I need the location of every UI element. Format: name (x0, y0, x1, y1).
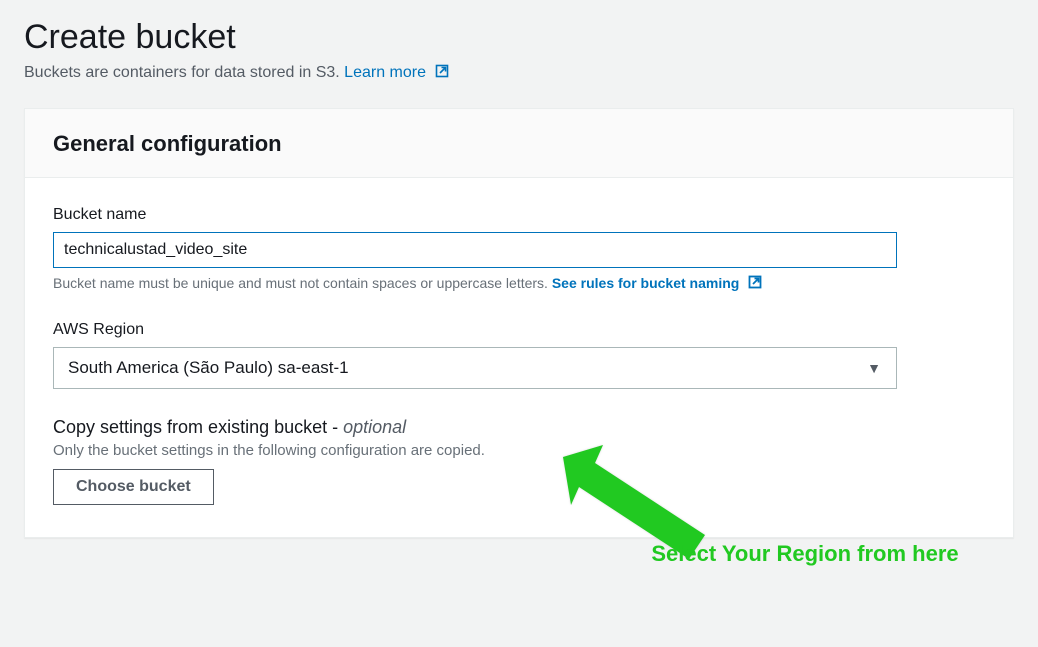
config-panel: General configuration Bucket name Bucket… (24, 108, 1014, 538)
page-title: Create bucket (24, 18, 1014, 57)
bucket-name-group: Bucket name Bucket name must be unique a… (53, 206, 985, 293)
region-selected-text: South America (São Paulo) sa-east-1 (68, 358, 349, 377)
bucket-name-hint: Bucket name must be unique and must not … (53, 274, 985, 293)
panel-header: General configuration (25, 109, 1013, 178)
learn-more-text: Learn more (344, 64, 426, 81)
panel-title: General configuration (53, 131, 985, 157)
copy-settings-heading: Copy settings from existing bucket - opt… (53, 417, 985, 438)
bucket-name-input[interactable] (53, 232, 897, 268)
annotation-text: Select Your Region from here (645, 540, 965, 569)
region-group: AWS Region South America (São Paulo) sa-… (53, 321, 897, 389)
bucket-naming-rules-link[interactable]: See rules for bucket naming (552, 275, 763, 291)
external-link-icon (747, 274, 763, 293)
panel-body: Bucket name Bucket name must be unique a… (25, 178, 1013, 537)
learn-more-link[interactable]: Learn more (344, 64, 450, 81)
external-link-icon (434, 63, 450, 84)
page-subtitle: Buckets are containers for data stored i… (24, 63, 1014, 84)
copy-heading-prefix: Copy settings from existing bucket - (53, 417, 343, 437)
bucket-naming-rules-text: See rules for bucket naming (552, 275, 740, 291)
choose-bucket-button[interactable]: Choose bucket (53, 469, 214, 505)
copy-heading-optional: optional (343, 417, 406, 437)
region-label: AWS Region (53, 321, 897, 339)
page-header: Create bucket Buckets are containers for… (0, 0, 1038, 100)
region-select[interactable]: South America (São Paulo) sa-east-1 (53, 347, 897, 389)
subtitle-text: Buckets are containers for data stored i… (24, 64, 344, 81)
bucket-name-hint-text: Bucket name must be unique and must not … (53, 275, 552, 291)
copy-settings-sub: Only the bucket settings in the followin… (53, 442, 985, 459)
copy-settings-group: Copy settings from existing bucket - opt… (53, 417, 985, 505)
bucket-name-label: Bucket name (53, 206, 985, 224)
region-select-wrap: South America (São Paulo) sa-east-1 ▼ (53, 347, 897, 389)
